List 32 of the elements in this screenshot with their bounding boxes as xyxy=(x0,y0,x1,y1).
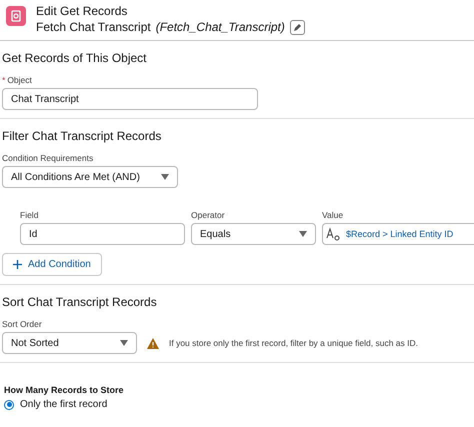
records-icon xyxy=(6,6,26,26)
column-label: Operator xyxy=(191,210,226,220)
section-title: Get Records of This Object xyxy=(2,51,148,65)
operator-select[interactable]: Equals xyxy=(191,223,316,245)
warning-icon xyxy=(147,338,159,348)
column-label: Value xyxy=(322,210,344,220)
add-condition-button[interactable]: Add Condition xyxy=(2,253,102,276)
plus-icon xyxy=(13,260,22,269)
caret-icon xyxy=(161,174,169,180)
section-title: How Many Records to Store xyxy=(4,385,125,395)
condition-select[interactable]: All Conditions Are Met (AND) xyxy=(2,166,178,188)
warning-text: If you store only the first record, filter by a unique field, such as ID. xyxy=(169,338,418,348)
field-label: * Object xyxy=(2,75,33,85)
value-field[interactable]: $Record > Linked Entity ID xyxy=(322,223,474,245)
edit-button[interactable] xyxy=(290,20,305,34)
element-label: Fetch Chat Transcript xyxy=(36,19,151,35)
text-type-icon xyxy=(326,227,342,241)
field-input[interactable]: Id xyxy=(20,223,185,245)
pencil-icon xyxy=(292,22,302,32)
field-label: Sort Order xyxy=(2,319,43,329)
caret-icon xyxy=(299,231,307,237)
dialog-title: Edit Get Records xyxy=(36,4,128,19)
column-label: Field xyxy=(20,210,40,220)
object-field[interactable]: Chat Transcript xyxy=(2,88,258,110)
caret-icon xyxy=(120,340,128,346)
section-title: Filter Chat Transcript Records xyxy=(2,129,162,143)
sort-select[interactable]: Not Sorted xyxy=(2,332,137,354)
required-mark: * xyxy=(2,75,6,85)
field-label: Condition Requirements xyxy=(2,153,94,163)
api-name: (Fetch_Chat_Transcript) xyxy=(156,19,285,35)
section-title: Sort Chat Transcript Records xyxy=(2,295,158,309)
radio-option[interactable]: Only the first record xyxy=(4,399,474,410)
